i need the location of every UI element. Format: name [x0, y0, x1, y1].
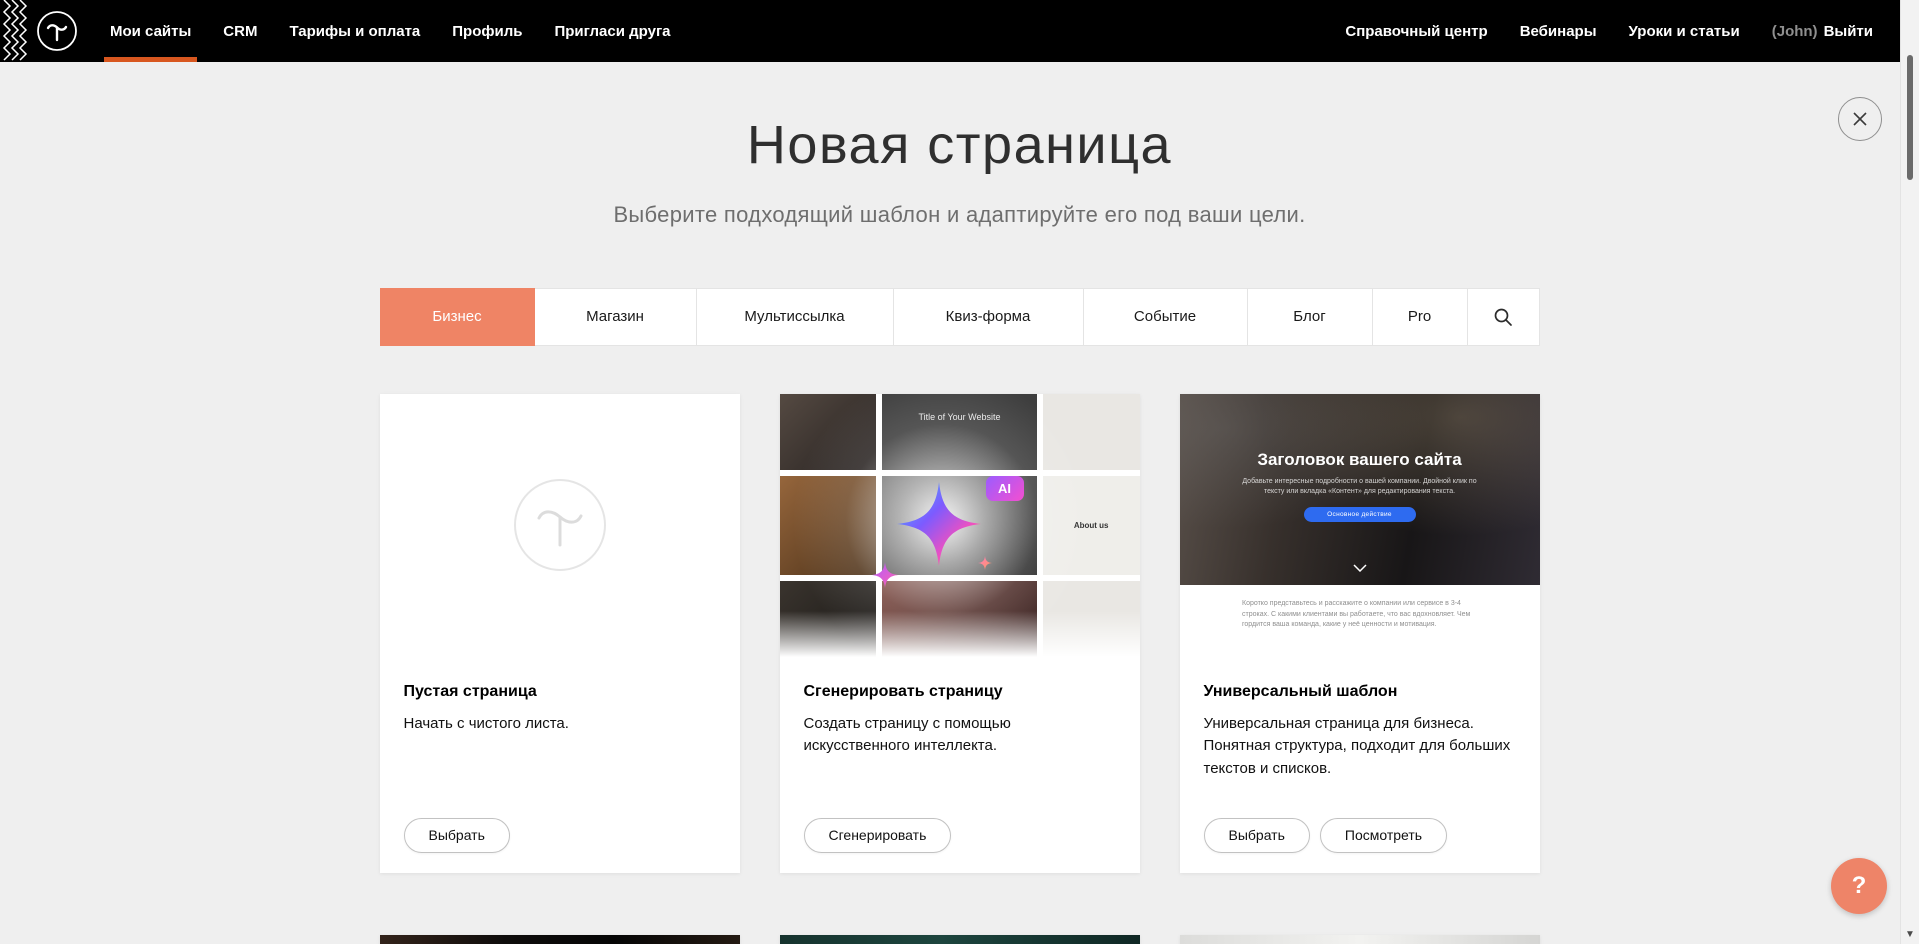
card-actions: Выбрать	[404, 818, 510, 853]
page-title: Новая страница	[0, 117, 1919, 174]
tab-multilink[interactable]: Мультиссылка	[697, 288, 894, 346]
card-title: Сгенерировать страницу	[804, 683, 1116, 701]
active-nav-underline	[104, 57, 197, 62]
tab-blog[interactable]: Блог	[1248, 288, 1373, 346]
tilda-new-page-screen: Мои сайты CRM Тарифы и оплата Профиль Пр…	[0, 0, 1919, 944]
preview-cover: Заголовок вашего сайта Добавьте интересн…	[1180, 394, 1540, 585]
scrollbar-thumb[interactable]	[1907, 55, 1913, 180]
ai-sparkle-icon	[897, 482, 981, 566]
nav-lessons[interactable]: Уроки и статьи	[1613, 23, 1756, 40]
user-name: (John)	[1772, 23, 1818, 40]
tilda-logo[interactable]	[36, 10, 78, 52]
preview-body-text: Коротко представьтесь и расскажите о ком…	[1242, 599, 1477, 657]
select-button[interactable]: Выбрать	[1204, 818, 1310, 853]
card-actions: Выбрать Посмотреть	[1204, 818, 1448, 853]
nav-tariffs[interactable]: Тарифы и оплата	[273, 0, 436, 62]
tab-event[interactable]: Событие	[1084, 288, 1248, 346]
preview-heading: Заголовок вашего сайта	[1257, 450, 1461, 470]
tilda-watermark-icon	[512, 477, 608, 573]
nav-my-sites-label: Мои сайты	[110, 23, 191, 40]
main-content: Новая страница Выберите подходящий шабло…	[0, 62, 1919, 944]
card-description: Начать с чистого листа.	[404, 713, 714, 736]
preview-cta-button: Основное действие	[1304, 507, 1416, 522]
close-icon	[1851, 110, 1869, 128]
ai-badge: AI	[986, 476, 1024, 501]
select-button[interactable]: Выбрать	[404, 818, 510, 853]
nav-invite-friend[interactable]: Пригласи друга	[538, 0, 686, 62]
generate-button[interactable]: Сгенерировать	[804, 818, 952, 853]
nav-logout[interactable]: (John) Выйти	[1756, 23, 1889, 40]
tab-business[interactable]: Бизнес	[380, 288, 535, 346]
template-card-partial	[380, 935, 740, 944]
tab-quiz-form[interactable]: Квиз-форма	[894, 288, 1084, 346]
tab-search[interactable]	[1468, 288, 1540, 346]
tilda-logo-icon	[36, 10, 78, 52]
page-subtitle: Выберите подходящий шаблон и адаптируйте…	[0, 202, 1919, 228]
nav-crm[interactable]: CRM	[207, 0, 273, 62]
bottom-fade	[780, 611, 1140, 657]
search-icon	[1493, 307, 1513, 327]
template-preview-image	[380, 935, 740, 944]
zigzag-pattern-icon	[2, 0, 28, 62]
top-navigation-bar: Мои сайты CRM Тарифы и оплата Профиль Пр…	[0, 0, 1919, 62]
help-button[interactable]: ?	[1831, 858, 1887, 914]
universal-template-preview: Заголовок вашего сайта Добавьте интересн…	[1180, 394, 1540, 657]
card-description: Создать страницу с помощью искусственног…	[804, 713, 1114, 758]
nav-help-center[interactable]: Справочный центр	[1329, 23, 1503, 40]
template-card-partial	[780, 935, 1140, 944]
template-category-tabs: Бизнес Магазин Мультиссылка Квиз-форма С…	[380, 288, 1540, 346]
nav-webinars[interactable]: Вебинары	[1504, 23, 1613, 40]
preview-body: Коротко представьтесь и расскажите о ком…	[1180, 585, 1540, 657]
template-card-blank: Пустая страница Начать с чистого листа. …	[380, 394, 740, 873]
blank-page-preview	[380, 394, 740, 657]
chevron-down-icon	[1353, 559, 1367, 577]
card-title: Пустая страница	[404, 683, 716, 701]
template-preview-image	[1180, 935, 1540, 944]
nav-my-sites[interactable]: Мои сайты	[94, 0, 207, 62]
main-nav: Мои сайты CRM Тарифы и оплата Профиль Пр…	[94, 0, 687, 62]
template-card-universal: Заголовок вашего сайта Добавьте интересн…	[1180, 394, 1540, 873]
tab-pro[interactable]: Pro	[1373, 288, 1468, 346]
tab-shop[interactable]: Магазин	[535, 288, 697, 346]
card-title: Универсальный шаблон	[1204, 683, 1516, 701]
card-description: Универсальная страница для бизнеса. Поня…	[1204, 713, 1514, 781]
ai-sparkle-small-icon	[872, 562, 898, 588]
card-actions: Сгенерировать	[804, 818, 952, 853]
close-button[interactable]	[1838, 97, 1882, 141]
preview-subtext: Добавьте интересные подробности о вашей …	[1237, 477, 1482, 498]
secondary-nav: Справочный центр Вебинары Уроки и статьи…	[1329, 0, 1889, 62]
scrollbar-down-arrow-icon[interactable]: ▼	[1901, 929, 1919, 940]
scrollbar[interactable]: ▼	[1900, 0, 1919, 944]
template-card-partial	[1180, 935, 1540, 944]
template-grid: Пустая страница Начать с чистого листа. …	[380, 394, 1540, 944]
ai-sparkle-tiny-icon	[978, 556, 992, 570]
view-button[interactable]: Посмотреть	[1320, 818, 1447, 853]
logout-label: Выйти	[1824, 23, 1873, 40]
template-preview-image	[780, 935, 1140, 944]
ai-generate-preview: Title of Your Website About us	[780, 394, 1140, 657]
nav-profile[interactable]: Профиль	[436, 0, 538, 62]
template-card-ai-generate: Title of Your Website About us	[780, 394, 1140, 873]
